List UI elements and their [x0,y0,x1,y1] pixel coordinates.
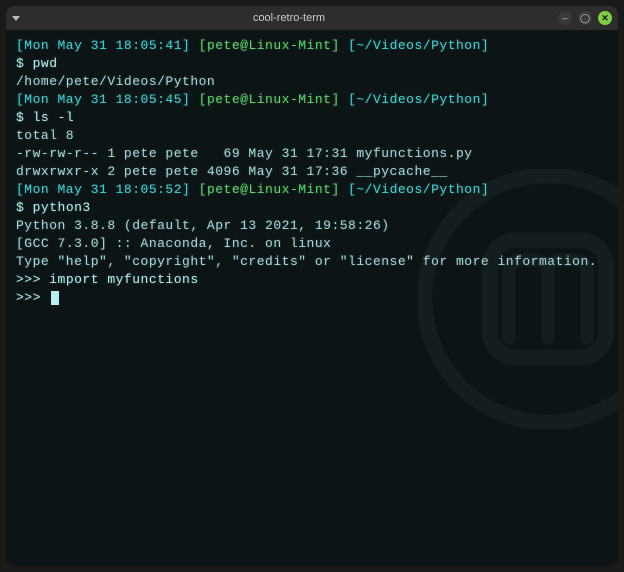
chevron-down-icon [12,16,20,21]
prompt-time: [Mon May 31 18:05:45] [16,92,190,107]
prompt-userhost: [pete@Linux-Mint] [199,182,340,197]
terminal-area[interactable]: [Mon May 31 18:05:41] [pete@Linux-Mint] … [6,30,618,566]
command-text: import myfunctions [49,272,198,287]
output-line: drwxrwxr-x 2 pete pete 4096 May 31 17:36… [16,163,608,181]
command-text: ls -l [33,110,75,125]
prompt-time: [Mon May 31 18:05:52] [16,182,190,197]
app-window: cool-retro-term – ◯ ✕ [Mon May 31 18:05:… [6,6,618,566]
prompt-symbol: $ [16,110,33,125]
python-prompt-line: >>> [16,289,608,307]
prompt-path: [~/Videos/Python] [348,38,489,53]
output-line: Type "help", "copyright", "credits" or "… [16,253,608,271]
maximize-button[interactable]: ◯ [578,11,592,25]
prompt-path: [~/Videos/Python] [348,182,489,197]
output-line: -rw-rw-r-- 1 pete pete 69 May 31 17:31 m… [16,145,608,163]
output-line: total 8 [16,127,608,145]
minimize-button[interactable]: – [558,11,572,25]
close-button[interactable]: ✕ [598,11,612,25]
prompt-symbol: $ [16,56,33,71]
output-line: Python 3.8.8 (default, Apr 13 2021, 19:5… [16,217,608,235]
prompt-time: [Mon May 31 18:05:41] [16,38,190,53]
prompt-userhost: [pete@Linux-Mint] [199,92,340,107]
python-prompt: >>> [16,290,49,305]
prompt-path: [~/Videos/Python] [348,92,489,107]
python-prompt: >>> [16,272,49,287]
prompt-line: [Mon May 31 18:05:52] [pete@Linux-Mint] … [16,181,608,199]
window-title: cool-retro-term [20,12,558,24]
command-line: $ pwd [16,55,608,73]
cursor-block [51,291,59,305]
command-line: $ python3 [16,199,608,217]
titlebar[interactable]: cool-retro-term – ◯ ✕ [6,6,618,30]
python-prompt-line: >>> import myfunctions [16,271,608,289]
prompt-userhost: [pete@Linux-Mint] [199,38,340,53]
output-line: /home/pete/Videos/Python [16,73,608,91]
prompt-symbol: $ [16,200,33,215]
prompt-line: [Mon May 31 18:05:41] [pete@Linux-Mint] … [16,37,608,55]
command-text: python3 [33,200,91,215]
prompt-line: [Mon May 31 18:05:45] [pete@Linux-Mint] … [16,91,608,109]
command-text: pwd [33,56,58,71]
command-line: $ ls -l [16,109,608,127]
titlebar-menu[interactable] [12,16,20,21]
output-line: [GCC 7.3.0] :: Anaconda, Inc. on linux [16,235,608,253]
